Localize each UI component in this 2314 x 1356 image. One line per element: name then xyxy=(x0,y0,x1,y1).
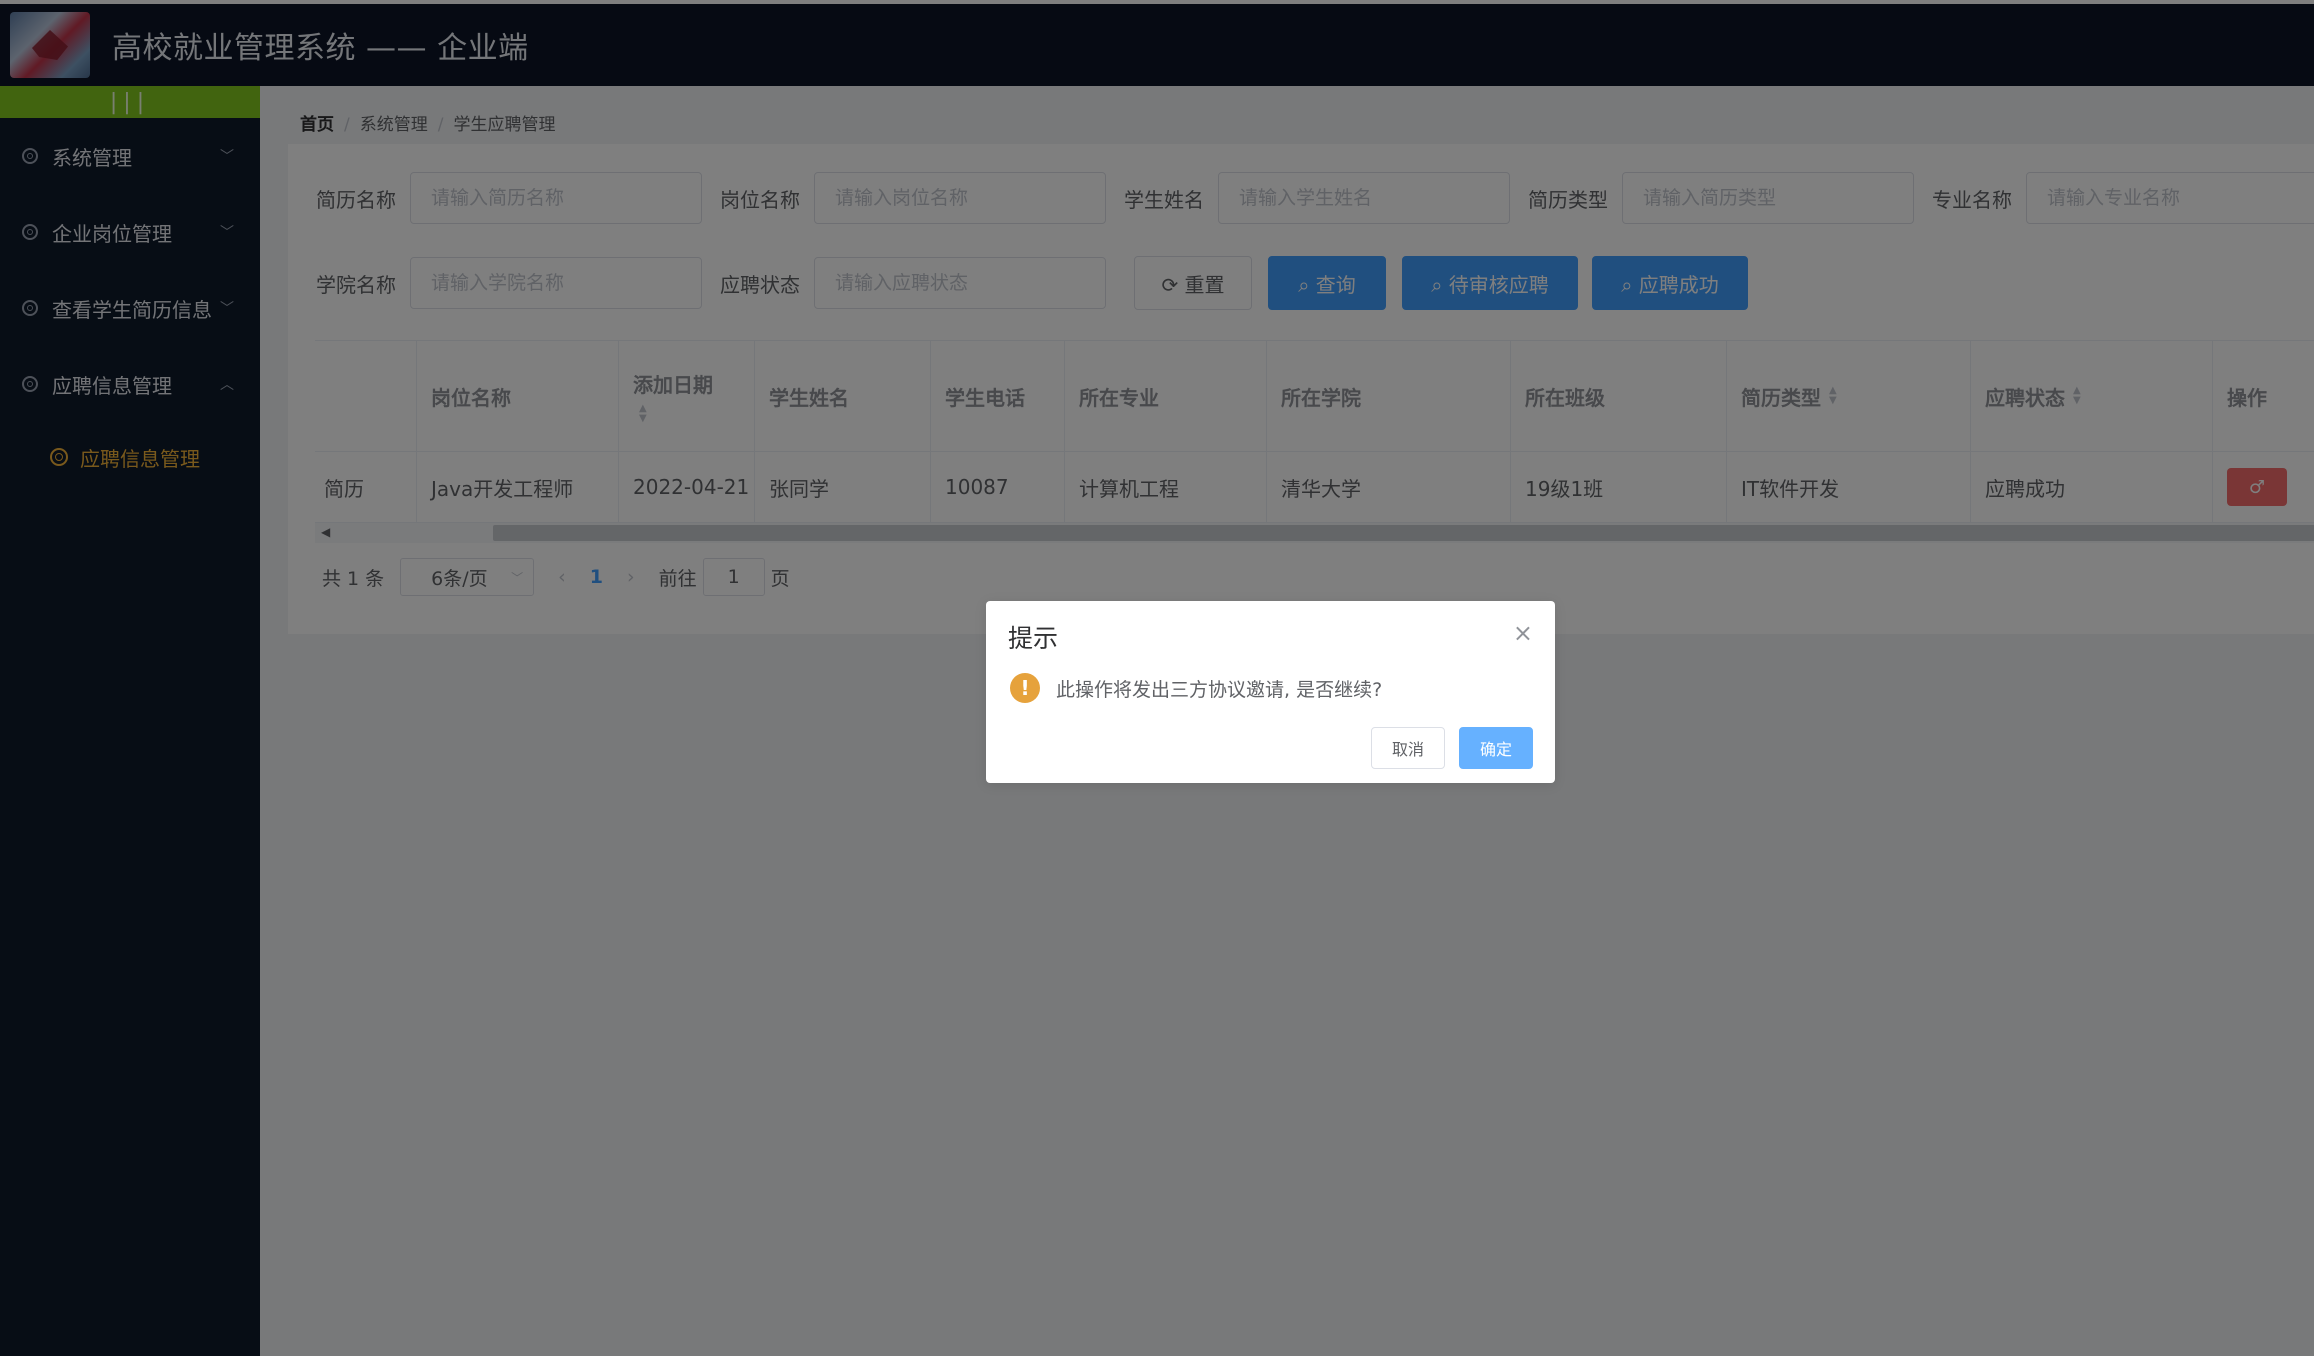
cancel-button[interactable]: 取消 xyxy=(1371,727,1445,769)
dialog-message: 此操作将发出三方协议邀请, 是否继续? xyxy=(1056,678,1383,701)
confirm-dialog: 提示 × ! 此操作将发出三方协议邀请, 是否继续? 取消 确定 xyxy=(986,601,1555,783)
dialog-buttons: 取消 确定 xyxy=(1371,727,1533,769)
confirm-button[interactable]: 确定 xyxy=(1459,727,1533,769)
dialog-title: 提示 xyxy=(1008,624,1059,653)
close-icon[interactable]: × xyxy=(1513,619,1533,647)
warning-icon: ! xyxy=(1010,673,1040,703)
dialog-message-row: ! 此操作将发出三方协议邀请, 是否继续? xyxy=(1010,673,1382,703)
